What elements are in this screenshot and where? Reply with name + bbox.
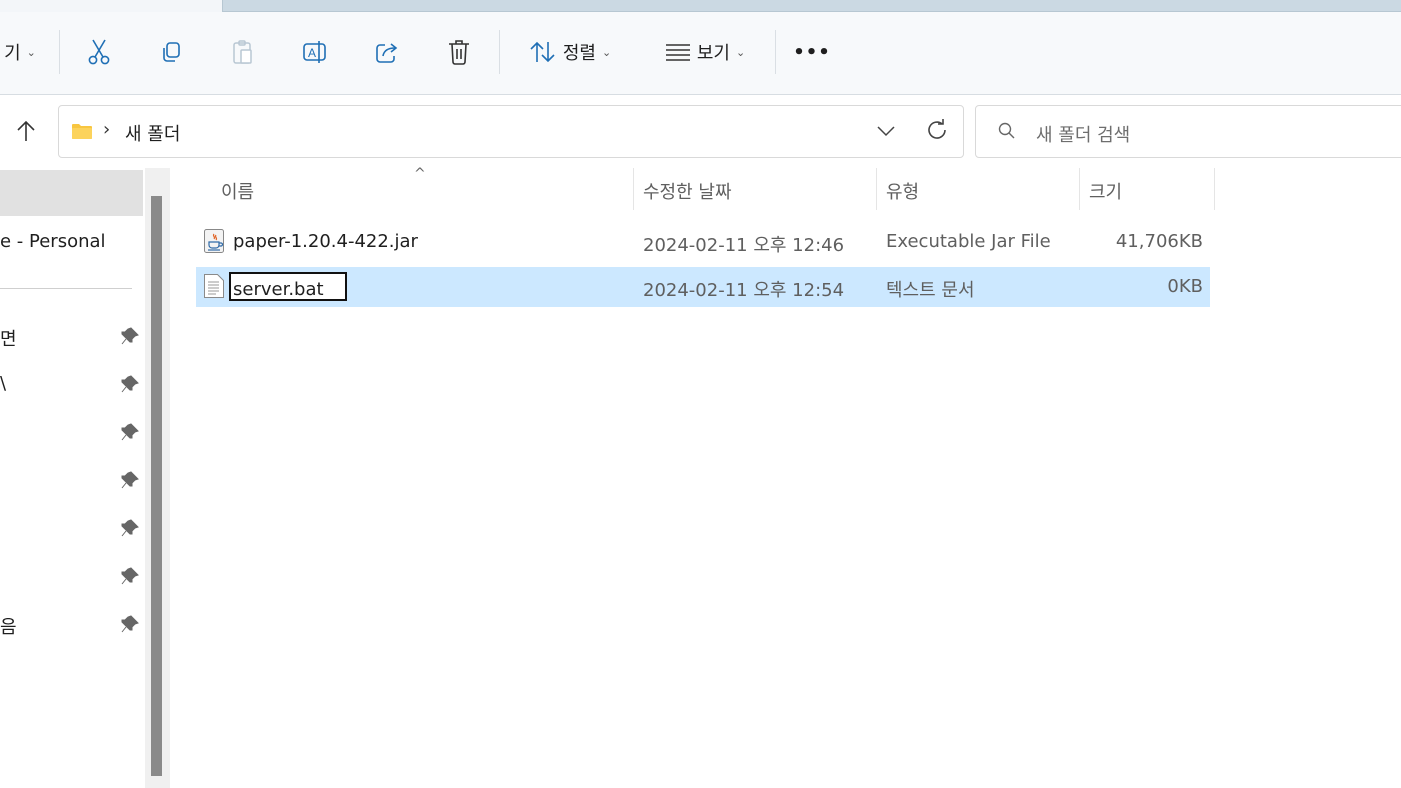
more-options-button[interactable]: ••• (793, 34, 830, 70)
view-button[interactable]: 보기 ⌄ (655, 34, 755, 70)
pin-icon (121, 471, 139, 489)
nav-item-label: 음 (0, 617, 17, 638)
pin-icon (121, 423, 139, 441)
file-type: Executable Jar File (886, 231, 1051, 252)
toolbar-divider (499, 30, 500, 74)
copy-button[interactable] (154, 34, 188, 70)
cut-button[interactable] (82, 34, 116, 70)
nav-item-quick-access-7[interactable]: 음 (0, 605, 145, 645)
nav-item-quick-access-2[interactable]: \ (0, 365, 145, 405)
column-header-type[interactable]: 유형 (886, 178, 919, 204)
share-button[interactable] (370, 34, 404, 70)
pin-icon (121, 375, 139, 393)
view-label: 보기 (696, 43, 730, 64)
nav-scrollbar-thumb[interactable] (151, 196, 162, 776)
up-button[interactable] (10, 115, 42, 147)
column-divider[interactable] (633, 168, 634, 210)
rename-icon: A (303, 41, 326, 63)
table-row[interactable]: paper-1.20.4-422.jar 2024-02-11 오후 12:46… (196, 222, 1210, 262)
address-row: › 새 폴더 새 폴더 검색 (0, 95, 1401, 167)
file-size: 41,706KB (1115, 231, 1203, 252)
new-button-label: 기 (4, 43, 21, 64)
column-divider[interactable] (876, 168, 877, 210)
pin-icon (121, 615, 139, 633)
sort-icon (530, 41, 555, 63)
sort-indicator: ^ (414, 166, 426, 182)
nav-item-quick-access-4[interactable] (0, 461, 145, 501)
svg-text:A: A (308, 46, 316, 60)
chevron-down-icon: ⌄ (735, 45, 746, 59)
nav-item-label: \ (0, 373, 7, 394)
java-jar-icon (204, 229, 224, 253)
file-type: 텍스트 문서 (886, 280, 975, 301)
file-size: 0KB (1167, 276, 1203, 297)
paste-icon (233, 40, 252, 64)
file-modified: 2024-02-11 오후 12:54 (643, 280, 845, 301)
search-placeholder: 새 폴더 검색 (1036, 125, 1131, 146)
command-bar: 기 ⌄ A 정렬 ⌄ 보기 ⌄ ••• (0, 12, 1401, 95)
nav-item-quick-access-5[interactable] (0, 509, 145, 549)
nav-item-selected[interactable] (0, 170, 143, 216)
file-name: paper-1.20.4-422.jar (233, 231, 418, 252)
sort-label: 정렬 (562, 43, 596, 64)
navigation-pane: e - Personal 면 \ 음 (0, 168, 145, 788)
rename-input[interactable]: server.bat (229, 272, 347, 301)
pin-icon (121, 519, 139, 537)
folder-icon (72, 124, 92, 139)
nav-item-label: e - Personal (0, 231, 106, 252)
toolbar-divider (59, 30, 60, 74)
pin-icon (121, 567, 139, 585)
new-button[interactable]: 기 ⌄ (0, 34, 40, 70)
arrow-up-icon (17, 120, 35, 141)
rename-button[interactable]: A (298, 34, 332, 70)
nav-item-quick-access-6[interactable] (0, 557, 145, 597)
search-icon (998, 122, 1015, 139)
delete-button[interactable] (442, 34, 476, 70)
search-input[interactable]: 새 폴더 검색 (975, 105, 1401, 158)
file-list: ^ 이름 수정한 날짜 유형 크기 paper-1.20.4-422.jar 2… (172, 166, 1401, 788)
table-row[interactable]: server.bat 2024-02-11 오후 12:54 텍스트 문서 0K… (196, 267, 1210, 307)
share-icon (376, 43, 398, 63)
tab-strip[interactable] (222, 0, 1401, 12)
chevron-down-icon[interactable] (875, 120, 897, 142)
column-header-name[interactable]: 이름 (221, 178, 254, 204)
nav-item-onedrive-personal[interactable]: e - Personal (0, 223, 145, 263)
file-name: server.bat (233, 279, 324, 300)
paste-button[interactable] (226, 34, 260, 70)
breadcrumb-separator: › (103, 119, 111, 140)
file-modified: 2024-02-11 오후 12:46 (643, 235, 845, 256)
toolbar-divider (775, 30, 776, 74)
nav-item-quick-access-3[interactable] (0, 413, 145, 453)
list-view-icon (665, 44, 690, 61)
chevron-down-icon: ⌄ (26, 45, 36, 59)
breadcrumb-current-folder[interactable]: 새 폴더 (125, 120, 180, 146)
copy-icon (163, 42, 180, 62)
chevron-down-icon: ⌄ (601, 45, 612, 59)
nav-divider (0, 288, 132, 289)
trash-icon (449, 40, 469, 65)
scissors-icon (88, 39, 110, 65)
text-file-icon (204, 274, 224, 298)
refresh-icon[interactable] (925, 118, 949, 142)
nav-item-label: 면 (0, 329, 17, 350)
nav-item-quick-access-1[interactable]: 면 (0, 317, 145, 357)
address-bar[interactable]: › 새 폴더 (58, 105, 964, 158)
sort-button[interactable]: 정렬 ⌄ (520, 34, 620, 70)
column-divider[interactable] (1214, 168, 1215, 210)
column-divider[interactable] (1079, 168, 1080, 210)
pin-icon (121, 327, 139, 345)
column-header-modified[interactable]: 수정한 날짜 (643, 178, 732, 204)
column-header-size[interactable]: 크기 (1089, 178, 1122, 204)
